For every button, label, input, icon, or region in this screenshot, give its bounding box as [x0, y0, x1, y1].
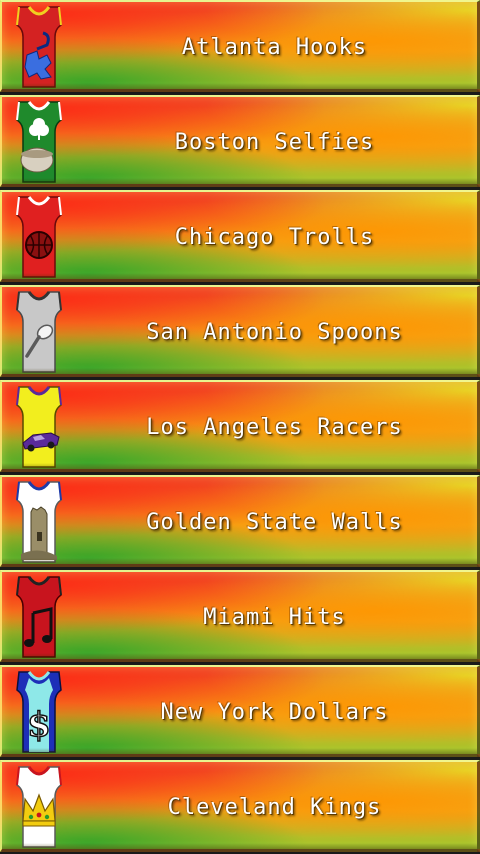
svg-text:$: $ [27, 705, 51, 745]
team-row-cleveland-kings[interactable]: Cleveland Kings [0, 760, 480, 852]
team-name: Cleveland Kings [167, 795, 382, 820]
team-list: Atlanta Hooks Boston Selfies Chicago Tro… [0, 0, 480, 854]
team-name: Los Angeles Racers [146, 415, 403, 440]
san-antonio-spoons-jersey-icon [16, 291, 62, 373]
team-row-boston-selfies[interactable]: Boston Selfies [0, 95, 480, 187]
team-name: Atlanta Hooks [181, 35, 368, 60]
team-row-los-angeles-racers[interactable]: Los Angeles Racers [0, 380, 480, 472]
basketball-icon [25, 231, 53, 259]
miami-hits-jersey-icon [16, 576, 62, 658]
team-name: San Antonio Spoons [146, 320, 403, 345]
cleveland-kings-jersey-icon [16, 766, 62, 848]
team-row-san-antonio-spoons[interactable]: San Antonio Spoons [0, 285, 480, 377]
dollar-sign-icon: $ [26, 704, 51, 746]
team-name: New York Dollars [160, 700, 389, 725]
team-row-miami-hits[interactable]: Miami Hits [0, 570, 480, 662]
boston-selfies-jersey-icon [16, 101, 62, 183]
team-row-atlanta-hooks[interactable]: Atlanta Hooks [0, 0, 480, 92]
los-angeles-racers-jersey-icon [16, 386, 62, 468]
team-row-new-york-dollars[interactable]: $ New York Dollars [0, 665, 480, 757]
new-york-dollars-jersey-icon: $ [16, 671, 62, 753]
team-name: Chicago Trolls [174, 225, 375, 250]
team-row-golden-state-walls[interactable]: Golden State Walls [0, 475, 480, 567]
team-name: Miami Hits [203, 605, 346, 630]
chicago-trolls-jersey-icon [16, 196, 62, 278]
golden-state-walls-jersey-icon [16, 481, 62, 563]
team-name: Boston Selfies [174, 130, 375, 155]
team-row-chicago-trolls[interactable]: Chicago Trolls [0, 190, 480, 282]
atlanta-hooks-jersey-icon [16, 6, 62, 88]
team-name: Golden State Walls [146, 510, 403, 535]
